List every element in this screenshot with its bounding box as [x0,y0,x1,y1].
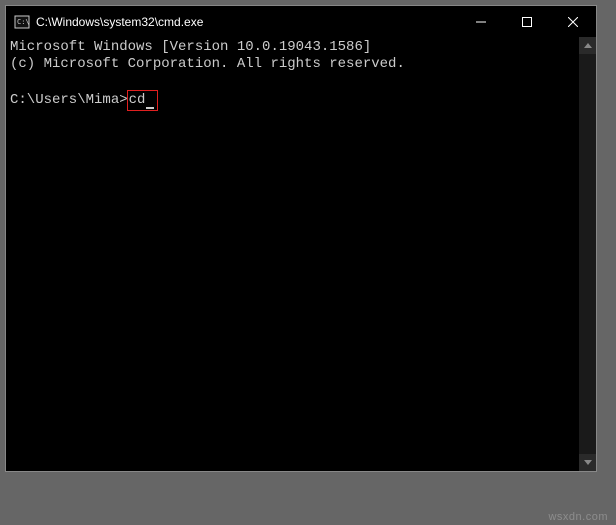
svg-text:C:\: C:\ [17,18,30,26]
terminal-line: Microsoft Windows [Version 10.0.19043.15… [10,39,575,56]
scrollbar-track[interactable] [579,54,596,454]
close-button[interactable] [550,6,596,37]
terminal-content: Microsoft Windows [Version 10.0.19043.15… [10,39,575,111]
terminal-line [10,73,575,90]
cursor [146,107,154,109]
cmd-icon: C:\ [14,14,30,30]
command-highlight: cd [127,90,159,111]
command-text: cd [129,92,146,108]
titlebar[interactable]: C:\ C:\Windows\system32\cmd.exe [6,6,596,37]
window-title: C:\Windows\system32\cmd.exe [36,15,458,29]
watermark: wsxdn.com [548,511,608,523]
scrollbar[interactable] [579,37,596,471]
minimize-button[interactable] [458,6,504,37]
scroll-down-button[interactable] [579,454,596,471]
terminal-line: (c) Microsoft Corporation. All rights re… [10,56,575,73]
scroll-up-button[interactable] [579,37,596,54]
cmd-window: C:\ C:\Windows\system32\cmd.exe Microsof… [5,5,597,472]
maximize-button[interactable] [504,6,550,37]
prompt-text: C:\Users\Mima> [10,92,128,108]
terminal-body[interactable]: Microsoft Windows [Version 10.0.19043.15… [6,37,596,471]
terminal-prompt-line: C:\Users\Mima>cd [10,90,575,111]
window-controls [458,6,596,37]
